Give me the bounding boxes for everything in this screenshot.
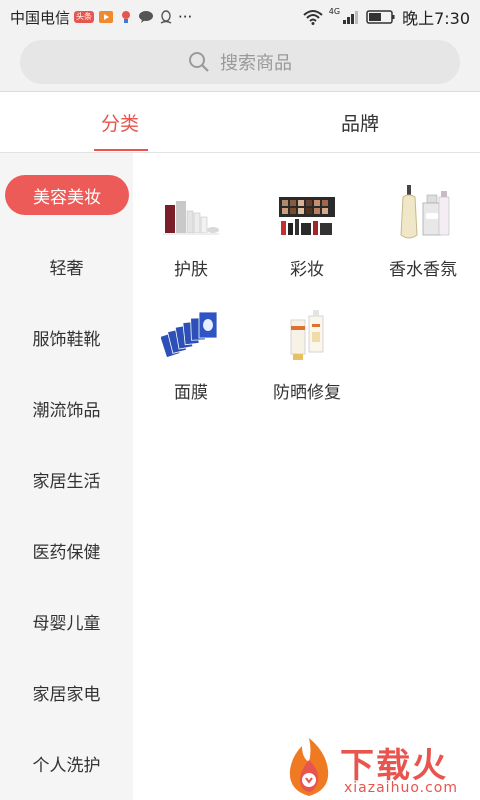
clock: 晚上7:30 — [402, 9, 470, 28]
watermark-url: xiazaihuo.com — [344, 780, 458, 796]
perfume-bottles-icon — [400, 185, 450, 239]
chat-app-icon — [139, 11, 154, 23]
sidebar-item-home-living[interactable]: 家居生活 — [0, 459, 133, 499]
signal-icon — [343, 11, 359, 24]
sidebar-item-health[interactable]: 医药保健 — [0, 530, 133, 570]
category-makeup[interactable]: 彩妆 — [249, 183, 365, 293]
sidebar-item-personal-care[interactable]: 个人洗护 — [0, 743, 133, 783]
sidebar-item-appliances[interactable]: 家居家电 — [0, 672, 133, 712]
search-placeholder: 搜索商品 — [220, 53, 292, 74]
wifi-icon — [303, 10, 323, 25]
location-app-icon — [122, 11, 131, 23]
category-grid: 护肤 彩妆 香水香氛 面膜 防晒修复 — [133, 153, 480, 800]
face-mask-packs-icon — [161, 311, 218, 359]
category-sidebar: 美容美妆 轻奢 服饰鞋靴 潮流饰品 家居生活 医药保健 母婴儿童 家居家电 个人… — [0, 153, 133, 800]
sunscreen-tube-icon — [290, 310, 324, 360]
tab-bar: 分类 品牌 — [0, 92, 480, 153]
battery-icon — [366, 10, 395, 24]
more-notifications-icon: ··· — [178, 8, 193, 26]
site-watermark: 下载火 xiazaihuo.com — [282, 736, 478, 798]
category-face-mask[interactable]: 面膜 — [133, 306, 249, 416]
category-skincare[interactable]: 护肤 — [133, 183, 249, 293]
news-badge: 头条 — [74, 11, 95, 23]
carrier-label: 中国电信 — [10, 8, 71, 27]
network-type-label: 4G — [328, 6, 341, 16]
category-label: 彩妆 — [290, 260, 324, 280]
search-icon — [189, 52, 209, 72]
sidebar-item-baby[interactable]: 母婴儿童 — [0, 601, 133, 641]
category-perfume[interactable]: 香水香氛 — [365, 183, 480, 293]
tab-category[interactable]: 分类 — [0, 92, 240, 152]
qq-app-icon — [160, 10, 172, 24]
category-label: 面膜 — [174, 383, 208, 403]
skincare-set-icon — [163, 201, 219, 235]
category-label: 防晒修复 — [273, 383, 341, 403]
search-input[interactable]: 搜索商品 — [20, 40, 460, 84]
makeup-palette-icon — [279, 197, 335, 235]
flame-logo-icon — [289, 738, 329, 796]
status-bar: 中国电信 头条 ··· 4G 晚上7:30 — [0, 0, 480, 34]
search-area: 搜索商品 — [0, 34, 480, 92]
active-tab-indicator — [94, 149, 148, 151]
category-label: 护肤 — [174, 260, 208, 280]
sidebar-item-light-luxury[interactable]: 轻奢 — [0, 246, 133, 286]
video-app-icon — [99, 11, 114, 23]
sidebar-item-beauty[interactable]: 美容美妆 — [5, 175, 129, 215]
sidebar-item-accessories[interactable]: 潮流饰品 — [0, 388, 133, 428]
category-label: 香水香氛 — [389, 260, 457, 280]
tab-brand[interactable]: 品牌 — [240, 92, 480, 152]
sidebar-item-apparel[interactable]: 服饰鞋靴 — [0, 317, 133, 357]
category-sunscreen[interactable]: 防晒修复 — [249, 306, 365, 416]
